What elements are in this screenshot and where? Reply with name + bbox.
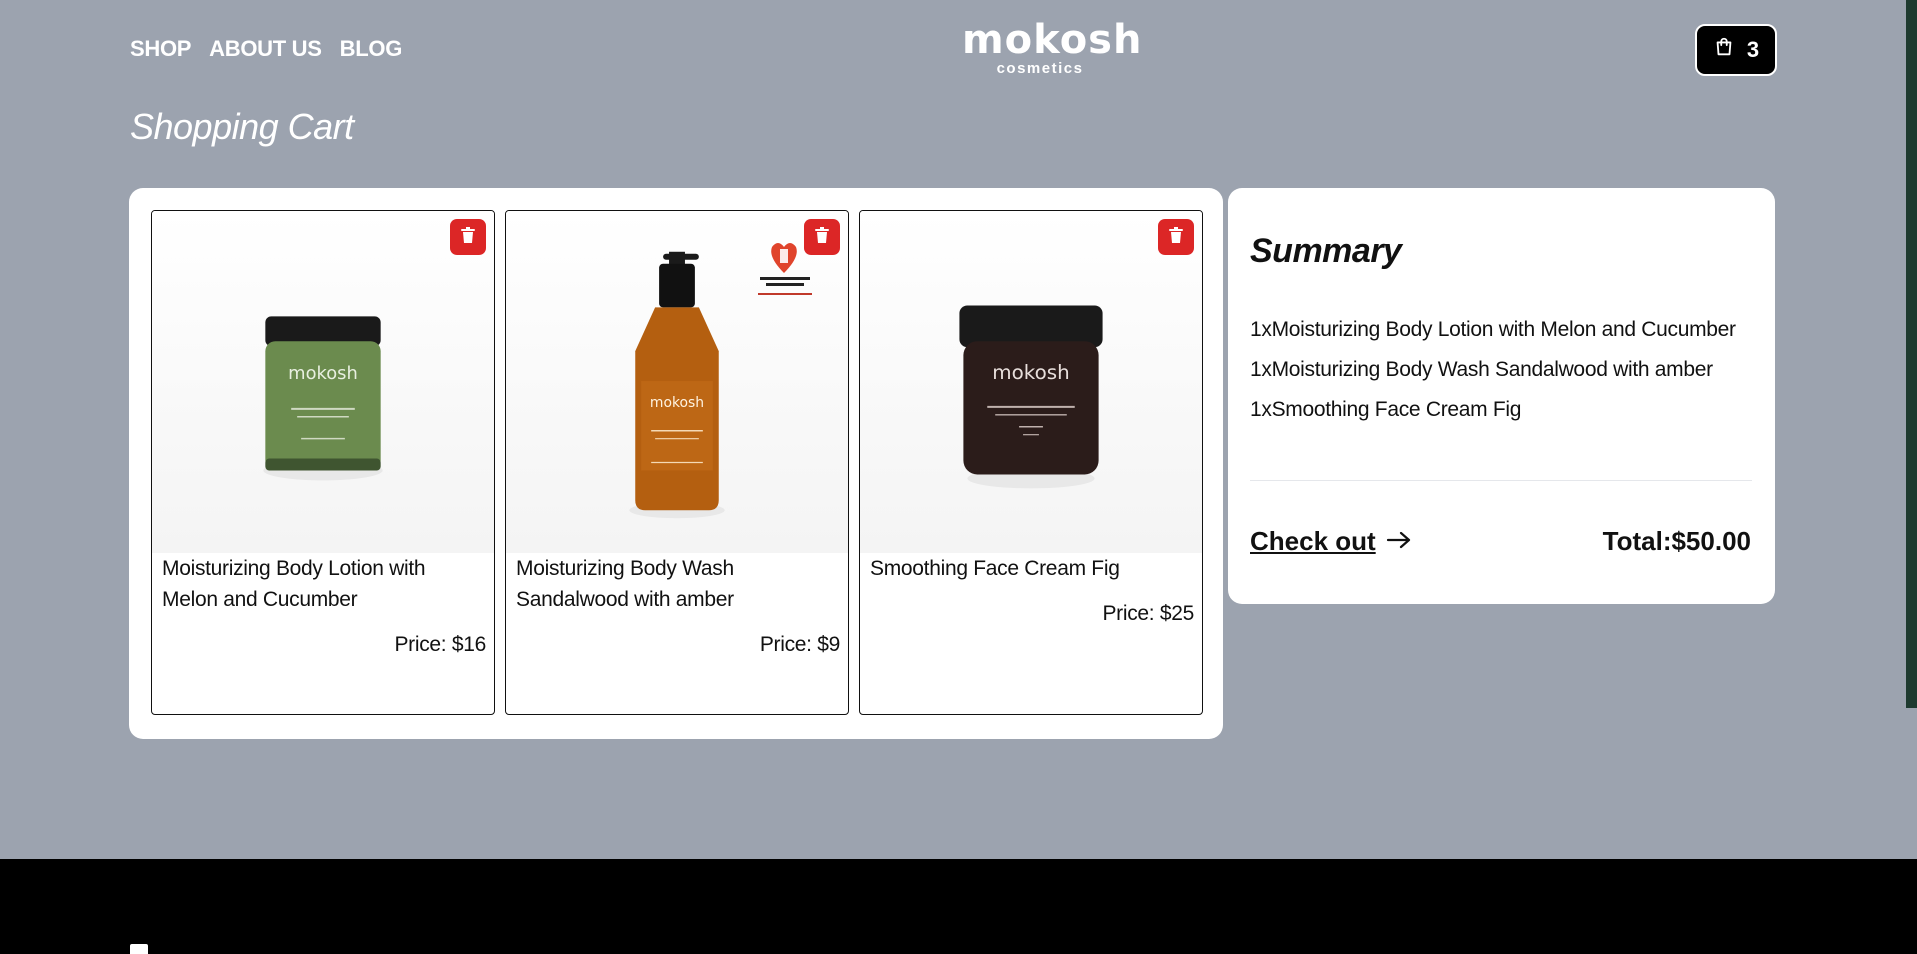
footer-text-fragment [130, 944, 148, 954]
product-card[interactable]: mokosh Moisturizing Body Lotion with Mel… [151, 210, 495, 715]
svg-text:mokosh: mokosh [288, 363, 358, 384]
window-edge [1906, 0, 1917, 708]
arrow-right-icon [1386, 526, 1412, 557]
summary-item: 1xMoisturizing Body Wash Sandalwood with… [1250, 358, 1713, 381]
product-image: mokosh [152, 211, 494, 553]
footer [0, 859, 1917, 954]
summary-item: 1xMoisturizing Body Lotion with Melon an… [1250, 318, 1736, 341]
top-navigation: SHOP ABOUT US BLOG [130, 36, 402, 62]
shopping-bag-icon [1713, 36, 1735, 64]
checkout-label: Check out [1250, 526, 1376, 556]
product-price: Price: $25 [1102, 602, 1194, 625]
trash-icon [1169, 226, 1183, 248]
page-title: Shopping Cart [130, 106, 354, 147]
cart-count: 3 [1746, 37, 1760, 62]
product-price: Price: $16 [394, 633, 486, 656]
product-name: Moisturizing Body Lotion with Melon and … [162, 557, 426, 611]
summary-title: Summary [1250, 232, 1402, 270]
delete-button[interactable] [1158, 219, 1194, 255]
trash-icon [815, 226, 829, 248]
cart-total: Total:$50.00 [1602, 526, 1751, 556]
cart-button[interactable]: 3 [1695, 24, 1777, 76]
delete-button[interactable] [450, 219, 486, 255]
product-image: mokosh [860, 211, 1202, 553]
checkout-link[interactable]: Check out [1250, 526, 1412, 557]
nav-about-link[interactable]: ABOUT US [209, 36, 322, 62]
summary-item: 1xSmoothing Face Cream Fig [1250, 398, 1522, 421]
cart-items-panel: mokosh Moisturizing Body Lotion with Mel… [129, 188, 1223, 739]
svg-text:mokosh: mokosh [992, 361, 1069, 384]
delete-button[interactable] [804, 219, 840, 255]
logo-text: mokosh [962, 17, 1143, 63]
trash-icon [461, 226, 475, 248]
product-name: Smoothing Face Cream Fig [870, 557, 1120, 580]
product-card[interactable]: mokosh Moisturizing Body Wash Sandalwood… [505, 210, 849, 715]
svg-text:mokosh: mokosh [650, 395, 704, 411]
order-summary-panel: Summary 1xMoisturizing Body Lotion with … [1228, 188, 1775, 604]
summary-list: 1xMoisturizing Body Lotion with Melon an… [1250, 314, 1750, 434]
brand-logo[interactable]: mokosh cosmetics [962, 17, 1143, 77]
product-price: Price: $9 [759, 633, 840, 656]
nav-shop-link[interactable]: SHOP [130, 36, 191, 62]
logo-subtext: cosmetics [996, 60, 1084, 77]
divider [1250, 480, 1752, 481]
nav-blog-link[interactable]: BLOG [340, 36, 403, 62]
product-card[interactable]: mokosh Smoothing Face Cream Fig Price: $… [859, 210, 1203, 715]
product-name: Moisturizing Body Wash Sandalwood with a… [516, 557, 734, 611]
